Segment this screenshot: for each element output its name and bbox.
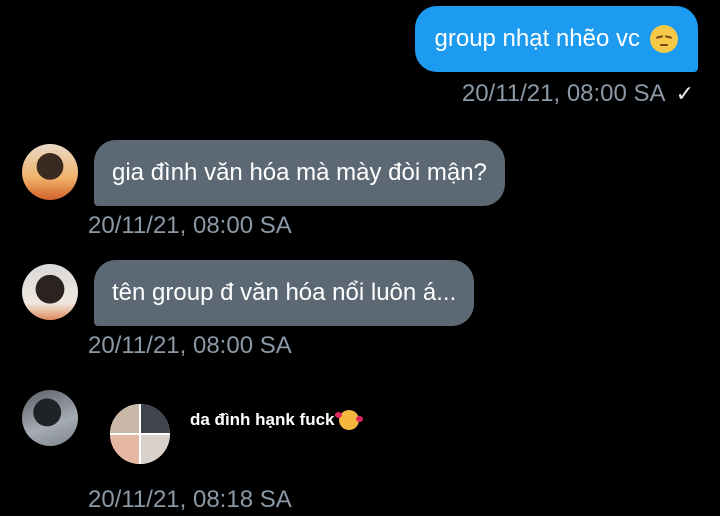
message-text: gia đình văn hóa mà mày đòi mận? — [112, 159, 487, 186]
message-text: tên group đ văn hóa nổi luôn á... — [112, 279, 457, 306]
sticker-tile — [141, 435, 170, 464]
message-text: group nhạt nhẽo vc — [434, 25, 641, 52]
check-icon: ✓ — [675, 81, 694, 106]
message-timestamp: 20/11/21, 08:00 SA — [88, 212, 292, 239]
avatar[interactable] — [22, 390, 78, 446]
message-timestamp: 20/11/21, 08:00 SA ✓ — [462, 80, 694, 108]
pensive-face-emoji-icon — [650, 25, 678, 53]
avatar[interactable] — [22, 144, 78, 200]
sticker-tile — [110, 435, 139, 464]
incoming-message-bubble[interactable]: gia đình văn hóa mà mày đòi mận? — [94, 140, 505, 206]
outgoing-message-bubble[interactable]: group nhạt nhẽo vc — [414, 6, 698, 72]
avatar[interactable] — [22, 264, 78, 320]
sticker-tile — [141, 404, 170, 433]
message-timestamp: 20/11/21, 08:00 SA — [88, 332, 292, 359]
sticker-tile — [110, 404, 139, 433]
message-timestamp: 20/11/21, 08:18 SA — [88, 486, 292, 513]
sticker-caption: da đình hạnk fuck — [190, 410, 363, 430]
sticker-image[interactable] — [110, 404, 170, 464]
smiling-face-with-hearts-emoji-icon — [334, 410, 363, 430]
sticker-caption-text: da đình hạnk fuck — [190, 410, 335, 429]
incoming-message-bubble[interactable]: tên group đ văn hóa nổi luôn á... — [94, 260, 475, 326]
timestamp-text: 20/11/21, 08:00 SA — [461, 80, 666, 107]
